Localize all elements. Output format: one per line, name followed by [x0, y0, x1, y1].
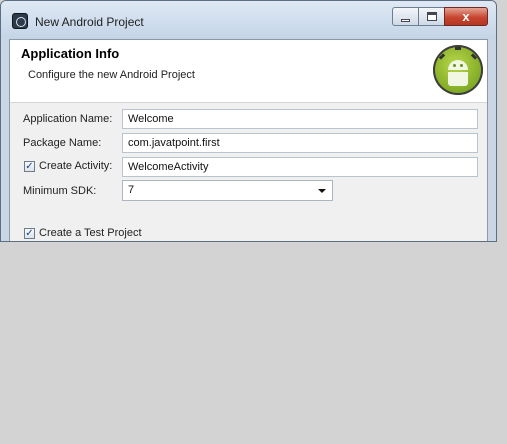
page-description: Configure the new Android Project: [28, 69, 195, 81]
chevron-down-icon[interactable]: [318, 189, 326, 193]
minimize-button[interactable]: [392, 7, 418, 26]
create-activity-checkbox[interactable]: ✓: [24, 161, 35, 172]
android-eye: [453, 64, 456, 67]
android-body: [448, 72, 468, 86]
android-head: [448, 60, 468, 70]
create-activity-label[interactable]: Create Activity:: [39, 160, 112, 172]
dialog-content: Application Info Configure the new Andro…: [9, 39, 488, 241]
application-name-field[interactable]: Welcome: [122, 109, 478, 129]
eclipse-icon: [12, 13, 28, 29]
close-icon: x: [462, 9, 470, 24]
logo-ring-tick: [470, 53, 478, 60]
minimum-sdk-label: Minimum SDK:: [23, 185, 97, 197]
logo-ring-tick: [455, 47, 461, 50]
page-title: Application Info: [21, 46, 120, 61]
logo-ring-tick: [438, 53, 446, 60]
android-logo: [433, 45, 483, 95]
screenshot: { "window": { "title": "New Android Proj…: [0, 0, 507, 444]
package-name-label: Package Name:: [23, 137, 102, 149]
window-controls: x: [392, 7, 488, 26]
minimum-sdk-select[interactable]: 7: [122, 180, 333, 201]
minimize-icon: [401, 19, 410, 22]
package-name-field[interactable]: com.javatpoint.first: [122, 133, 478, 153]
create-test-project-checkbox[interactable]: ✓: [24, 228, 35, 239]
android-eye: [460, 64, 463, 67]
window-title: New Android Project: [35, 15, 144, 29]
maximize-button[interactable]: [418, 7, 444, 26]
maximize-icon: [427, 12, 437, 21]
new-android-project-window: New Android Project x Application Info C…: [0, 0, 497, 242]
wizard-banner: Application Info Configure the new Andro…: [10, 40, 487, 103]
close-button[interactable]: x: [444, 7, 488, 26]
application-name-label: Application Name:: [23, 113, 113, 125]
activity-name-field[interactable]: WelcomeActivity: [122, 157, 478, 177]
minimum-sdk-value: 7: [128, 184, 135, 196]
title-bar: New Android Project x: [1, 1, 496, 39]
create-test-project-label[interactable]: Create a Test Project: [39, 227, 142, 239]
